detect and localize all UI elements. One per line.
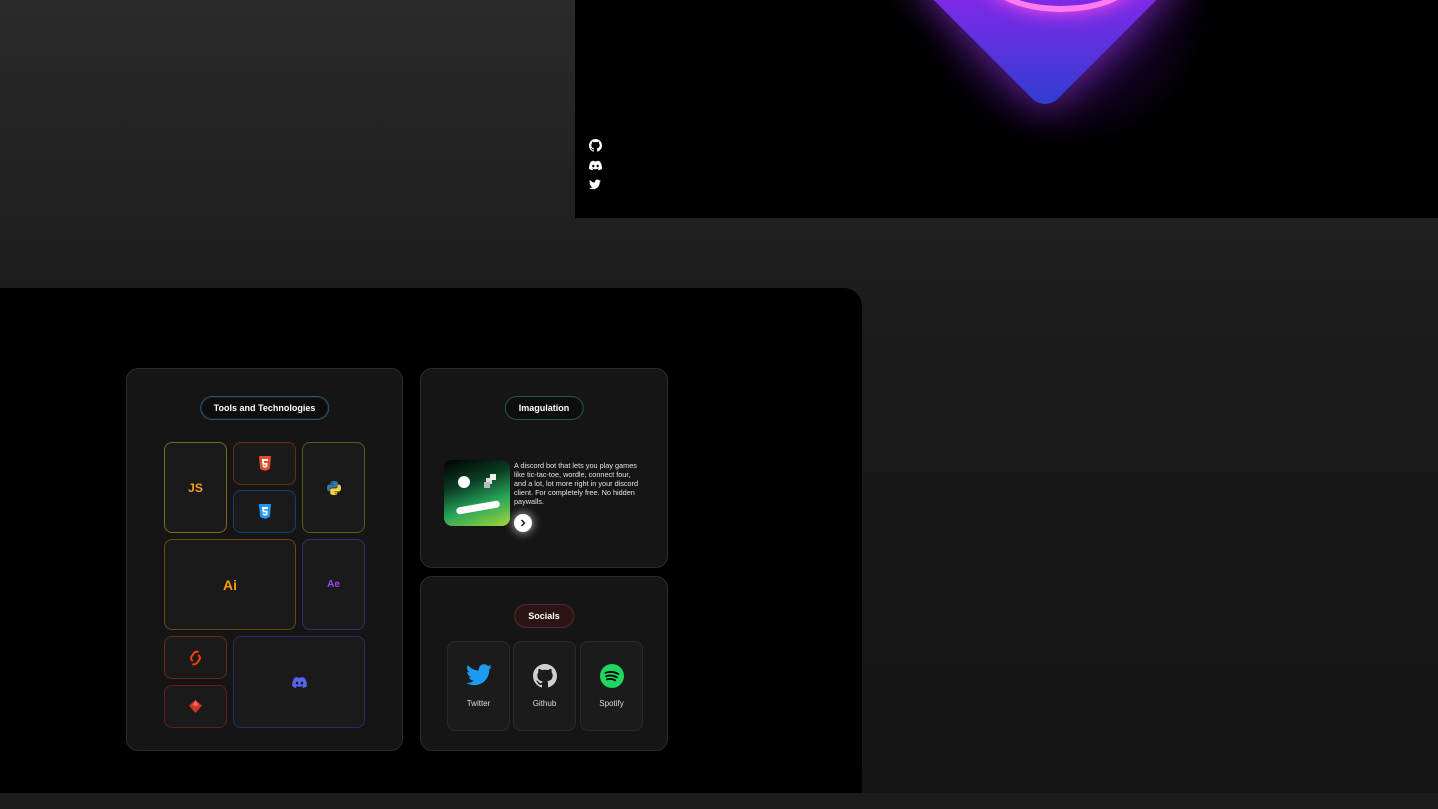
project-card: Imagulation A discord bot that lets you … <box>420 368 668 568</box>
project-image <box>444 460 510 526</box>
discord-icon[interactable] <box>589 158 603 171</box>
ruby-tile[interactable] <box>164 685 227 728</box>
social-spotify[interactable]: Spotify <box>580 641 643 731</box>
socials-title: Socials <box>514 604 574 628</box>
css3-icon <box>258 503 271 519</box>
python-tile[interactable] <box>302 442 365 533</box>
social-github[interactable]: Github <box>513 641 576 731</box>
twitter-icon[interactable] <box>589 177 603 190</box>
project-title: Imagulation <box>504 396 584 420</box>
svelte-tile[interactable] <box>164 636 227 679</box>
social-label: Github <box>532 699 557 708</box>
html5-tile[interactable] <box>233 442 296 485</box>
project-description: A discord bot that lets you play games l… <box>514 461 639 506</box>
discord-tile[interactable] <box>233 636 365 728</box>
github-icon[interactable] <box>589 139 603 152</box>
javascript-tile[interactable]: JS <box>164 442 227 533</box>
discord-icon <box>291 676 307 688</box>
ruby-icon <box>189 700 202 713</box>
twitter-icon <box>465 664 492 690</box>
bottom-strip <box>0 793 1438 809</box>
spotify-icon <box>599 664 625 690</box>
social-label: Spotify <box>599 699 624 708</box>
tools-card: Tools and Technologies JS Ai Ae <box>126 368 403 751</box>
project-open-button[interactable] <box>514 514 532 532</box>
css3-tile[interactable] <box>233 490 296 533</box>
after-effects-icon: Ae <box>327 579 340 590</box>
hero-banner <box>575 0 1438 218</box>
socials-card: Socials Twitter Github Spotify <box>420 576 668 751</box>
javascript-icon: JS <box>188 480 203 495</box>
social-twitter[interactable]: Twitter <box>447 641 510 731</box>
chevron-right-icon <box>521 519 526 527</box>
html5-icon <box>258 455 271 471</box>
illustrator-tile[interactable]: Ai <box>164 539 296 630</box>
tools-title: Tools and Technologies <box>199 396 330 420</box>
python-icon <box>326 480 341 495</box>
after-effects-tile[interactable]: Ae <box>302 539 365 630</box>
illustrator-icon: Ai <box>223 576 237 593</box>
github-icon <box>532 664 558 690</box>
social-label: Twitter <box>466 699 491 708</box>
hero-social-links <box>589 139 603 190</box>
content-panel: Tools and Technologies JS Ai Ae Imagulat… <box>0 288 862 793</box>
svelte-icon <box>190 650 201 665</box>
